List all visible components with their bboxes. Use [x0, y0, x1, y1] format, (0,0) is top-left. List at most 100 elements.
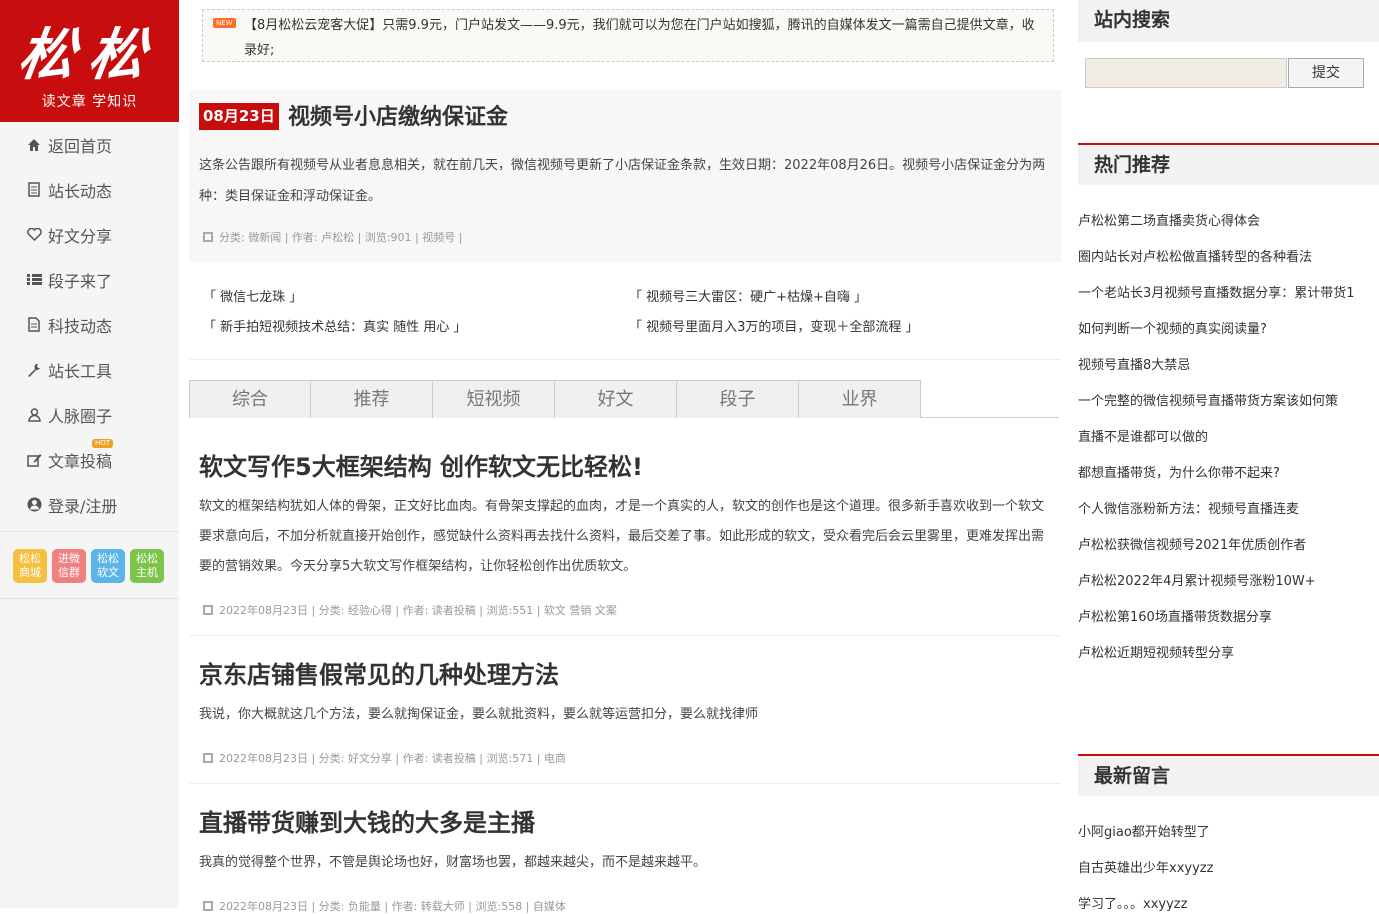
file-icon [26, 317, 42, 333]
related-links: 「 微信七龙珠 」 「 视频号三大雷区：硬广+枯燥+自嗨 」 「 新手拍短视频技… [189, 280, 1061, 360]
article-meta: 分类: 微新闻 | 作者: 卢松松 | 浏览:901 | 视频号 | [203, 229, 462, 245]
nav-item-home[interactable]: 返回首页 [0, 122, 179, 167]
nav-menu: 返回首页 站长动态 好文分享 段子来了 科技动态 站长工具 人脉圈子 文章投稿 … [0, 122, 179, 527]
meta-text: 2022年08月23日 | 分类: 好文分享 | 作者: 读者投稿 | 浏览:5… [219, 752, 566, 765]
nav-label: 站长工具 [48, 361, 113, 381]
hot-badge: HOT [92, 439, 114, 448]
tile-line: 进微 [58, 552, 80, 565]
tile-hosting[interactable]: 松松 主机 [130, 549, 164, 583]
tile-line: 松松 [19, 552, 41, 565]
article-item: 软文写作5大框架结构 创作软文无比轻松! 软文的框架结构犹如人体的骨架，正文好比… [189, 430, 1061, 636]
quick-links: 松松 商城 进微 信群 松松 软文 松松 主机 [0, 532, 179, 599]
new-badge: NEW [213, 18, 236, 28]
hot-link[interactable]: 卢松松近期短视频转型分享 [1078, 642, 1379, 661]
home-icon [26, 137, 42, 153]
hot-link[interactable]: 一个老站长3月视频号直播数据分享：累计带货1 [1078, 282, 1379, 301]
search-widget-title: 站内搜索 [1078, 0, 1379, 42]
site-logo[interactable]: 松松 读文章 学知识 [0, 0, 179, 122]
nav-item-share[interactable]: 好文分享 [0, 212, 179, 257]
date-badge: 08月23日 [199, 103, 279, 130]
comment-link[interactable]: 自古英雄出少年xxyyzz [1078, 857, 1379, 876]
nav-label: 人脉圈子 [48, 406, 113, 426]
hot-widget-title: 热门推荐 [1078, 143, 1379, 185]
tile-wechat-group[interactable]: 进微 信群 [52, 549, 86, 583]
tile-shop[interactable]: 松松 商城 [13, 549, 47, 583]
tile-line: 商城 [19, 566, 41, 579]
nav-label: 返回首页 [48, 136, 113, 156]
hot-link[interactable]: 个人微信涨粉新方法：视频号直播连麦 [1078, 498, 1379, 517]
user-icon [26, 407, 42, 423]
meta-text: 2022年08月23日 | 分类: 经验心得 | 作者: 读者投稿 | 浏览:5… [219, 604, 617, 617]
related-link[interactable]: 「 视频号三大雷区：硬广+枯燥+自嗨 」 [629, 286, 867, 305]
article-excerpt: 我说，你大概就这几个方法，要么就掏保证金，要么就批资料，要么就等运营扣分，要么就… [199, 707, 759, 722]
meta-text: 分类: 微新闻 | 作者: 卢松松 | 浏览:901 | 视频号 | [219, 231, 463, 244]
meta-icon [203, 232, 213, 242]
tab-recommend[interactable]: 推荐 [311, 380, 433, 418]
meta-text: 2022年08月23日 | 分类: 负能量 | 作者: 转载大师 | 浏览:55… [219, 900, 566, 913]
related-link[interactable]: 「 微信七龙珠 」 [203, 286, 302, 305]
tile-softtext[interactable]: 松松 软文 [91, 549, 125, 583]
nav-label: 科技动态 [48, 316, 113, 336]
featured-article: 08月23日 视频号小店缴纳保证金 这条公告跟所有视频号从业者息息相关，就在前几… [189, 90, 1061, 262]
hot-link[interactable]: 圈内站长对卢松松做直播转型的各种看法 [1078, 246, 1379, 265]
hot-link[interactable]: 卢松松第160场直播带货数据分享 [1078, 606, 1379, 625]
nav-item-news[interactable]: 站长动态 [0, 167, 179, 212]
nav-label: 站长动态 [48, 181, 113, 201]
nav-item-jokes[interactable]: 段子来了 [0, 257, 179, 302]
nav-label: 好文分享 [48, 226, 113, 246]
hot-link[interactable]: 卢松松获微信视频号2021年优质创作者 [1078, 534, 1379, 553]
tile-line: 软文 [97, 566, 119, 579]
article-title[interactable]: 软文写作5大框架结构 创作软文无比轻松! [199, 447, 643, 482]
heart-icon [26, 227, 42, 243]
hot-link[interactable]: 都想直播带货，为什么你带不起来? [1078, 462, 1379, 481]
article-title[interactable]: 直播带货赚到大钱的大多是主播 [199, 803, 535, 838]
search-input[interactable] [1085, 58, 1287, 88]
tile-line: 松松 [97, 552, 119, 565]
tile-line: 松松 [136, 552, 158, 565]
related-link[interactable]: 「 新手拍短视频技术总结：真实 随性 用心 」 [203, 316, 467, 335]
article-item: 京东店铺售假常见的几种处理方法 我说，你大概就这几个方法，要么就掏保证金，要么就… [189, 636, 1061, 784]
tab-industry[interactable]: 业界 [799, 380, 921, 418]
article-item: 直播带货赚到大钱的大多是主播 我真的觉得整个世界，不管是舆论场也好，财富场也罢，… [189, 784, 1061, 913]
tab-good-articles[interactable]: 好文 [555, 380, 677, 418]
nav-item-tools[interactable]: 站长工具 [0, 347, 179, 392]
logo-slogan: 读文章 学知识 [41, 94, 138, 110]
hot-link[interactable]: 直播不是谁都可以做的 [1078, 426, 1379, 445]
tile-line: 主机 [136, 566, 158, 579]
hot-link[interactable]: 如何判断一个视频的真实阅读量? [1078, 318, 1379, 337]
tab-short-video[interactable]: 短视频 [433, 380, 555, 418]
category-tabs: 综合 推荐 短视频 好文 段子 业界 [189, 380, 1059, 418]
comment-link[interactable]: 学习了。。。xxyyzz [1078, 893, 1379, 912]
tab-all[interactable]: 综合 [189, 380, 311, 418]
wrench-icon [26, 362, 42, 378]
left-sidebar: 松松 读文章 学知识 返回首页 站长动态 好文分享 段子来了 科技动态 站长工具… [0, 0, 179, 908]
comments-widget-title: 最新留言 [1078, 754, 1379, 796]
search-submit-button[interactable]: 提交 [1288, 58, 1364, 88]
nav-item-submit[interactable]: 文章投稿 HOT [0, 437, 179, 482]
nav-item-login[interactable]: 登录/注册 [0, 482, 179, 527]
article-meta: 2022年08月23日 | 分类: 经验心得 | 作者: 读者投稿 | 浏览:5… [203, 602, 617, 618]
document-icon [26, 182, 42, 198]
article-excerpt: 我真的觉得整个世界，不管是舆论场也好，财富场也罢，都越来越尖，而不是越来越平。 [199, 855, 707, 870]
logo-text: 松松 [14, 22, 164, 88]
article-title[interactable]: 京东店铺售假常见的几种处理方法 [199, 655, 559, 690]
nav-label: 段子来了 [48, 271, 113, 291]
hot-link[interactable]: 卢松松2022年4月累计视频号涨粉10W+ [1078, 570, 1379, 589]
hot-link[interactable]: 视频号直播8大禁忌 [1078, 354, 1379, 373]
nav-label: 文章投稿 [48, 451, 113, 471]
hot-link[interactable]: 卢松松第二场直播卖货心得体会 [1078, 210, 1379, 229]
promo-notice[interactable]: NEW 【8月松松云宠客大促】只需9.9元，门户站发文——9.9元，我们就可以为… [202, 9, 1054, 62]
tab-jokes[interactable]: 段子 [677, 380, 799, 418]
featured-title[interactable]: 视频号小店缴纳保证金 [288, 99, 508, 131]
nav-item-circle[interactable]: 人脉圈子 [0, 392, 179, 437]
related-link[interactable]: 「 视频号里面月入3万的项目，变现＋全部流程 」 [629, 316, 919, 335]
comment-link[interactable]: 小阿giao都开始转型了 [1078, 821, 1379, 840]
article-meta: 2022年08月23日 | 分类: 好文分享 | 作者: 读者投稿 | 浏览:5… [203, 750, 566, 766]
hot-link[interactable]: 一个完整的微信视频号直播带货方案该如何策 [1078, 390, 1379, 409]
nav-label: 登录/注册 [48, 496, 118, 516]
edit-icon [26, 452, 42, 468]
notice-text: 【8月松松云宠客大促】只需9.9元，门户站发文——9.9元，我们就可以为您在门户… [244, 18, 1035, 58]
article-excerpt: 软文的框架结构犹如人体的骨架，正文好比血肉。有骨架支撑起的血肉，才是一个真实的人… [199, 499, 1045, 574]
nav-item-tech[interactable]: 科技动态 [0, 302, 179, 347]
list-icon [26, 272, 42, 288]
